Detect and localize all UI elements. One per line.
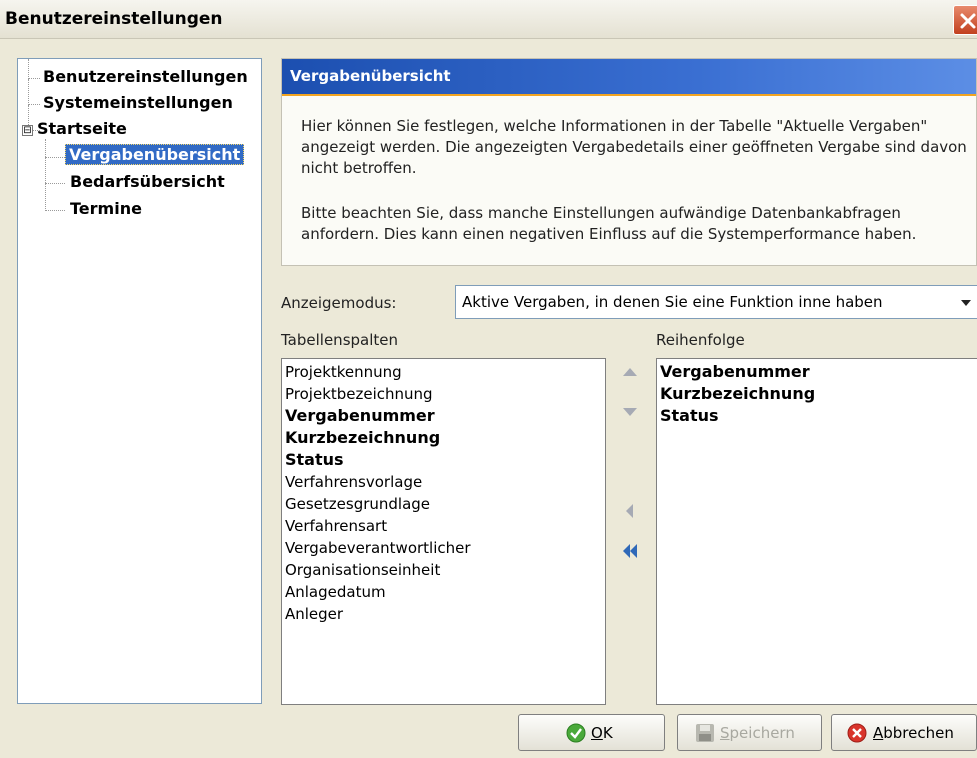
list-item[interactable]: Vergabeverantwortlicher [282,537,605,559]
settings-tree: ⊟ Benutzereinstellungen Systemeinstellun… [17,58,262,704]
list-item[interactable]: Projektkennung [282,361,605,383]
order-label: Reihenfolge [656,331,745,349]
save-label: Speichern [720,724,795,742]
tree-item-termine[interactable]: Termine [70,199,142,218]
list-item[interactable]: Verfahrensart [282,515,605,537]
floppy-disk-icon [696,724,714,742]
list-item[interactable]: Verfahrensvorlage [282,471,605,493]
move-up-icon[interactable] [620,362,640,382]
ok-label: OK [591,724,613,742]
title-bar: Benutzereinstellungen [0,0,977,39]
list-item[interactable]: Kurzbezeichnung [282,427,605,449]
ok-button[interactable]: OK [518,714,665,751]
cancel-icon [847,723,867,743]
panel-title: Vergabenübersicht [290,67,451,85]
list-item[interactable]: Organisationseinheit [282,559,605,581]
chevron-down-icon [961,300,971,306]
tree-item-bedarfsuebersicht[interactable]: Bedarfsübersicht [70,172,225,191]
tree-item-vergabenuebersicht[interactable]: Vergabenübersicht [65,144,245,165]
list-item[interactable]: Anlagedatum [282,581,605,603]
tree-item-startseite[interactable]: Startseite [37,119,127,138]
move-all-left-icon[interactable] [620,541,640,561]
columns-label: Tabellenspalten [281,331,399,349]
check-icon [566,723,586,743]
save-button[interactable]: Speichern [677,714,822,751]
list-item[interactable]: Vergabenummer [282,405,605,427]
info-panel: Vergabenübersicht Hier können Sie festle… [281,58,977,266]
panel-header: Vergabenübersicht [282,59,976,96]
list-item[interactable]: Gesetzesgrundlage [282,493,605,515]
columns-list[interactable]: Projektkennung Projektbezeichnung Vergaben… [281,358,606,705]
close-button[interactable] [953,5,977,35]
list-item[interactable]: Anleger [282,603,605,625]
close-icon [960,13,976,29]
panel-description: Hier können Sie festlegen, welche Inform… [301,117,967,177]
tree-item-systemeinstellungen[interactable]: Systemeinstellungen [43,93,233,112]
display-mode-select[interactable]: Aktive Vergaben, in denen Sie eine Funkt… [455,285,977,319]
cancel-button[interactable]: Abbrechen [831,714,977,751]
list-item[interactable]: Status [282,449,605,471]
panel-warning: Bitte beachten Sie, dass manche Einstell… [301,204,917,243]
list-item[interactable]: Vergabenummer [657,361,977,383]
list-item[interactable]: Kurzbezeichnung [657,383,977,405]
collapse-icon[interactable]: ⊟ [22,125,33,136]
cancel-label: Abbrechen [873,724,954,742]
list-item[interactable]: Status [657,405,977,427]
window-title: Benutzereinstellungen [5,9,223,29]
tree-item-benutzereinstellungen[interactable]: Benutzereinstellungen [43,67,248,86]
move-down-icon[interactable] [620,402,640,422]
display-mode-label: Anzeigemodus: [281,294,397,312]
list-item[interactable]: Projektbezeichnung [282,383,605,405]
order-list[interactable]: Vergabenummer Kurzbezeichnung Status [656,358,977,705]
display-mode-value: Aktive Vergaben, in denen Sie eine Funkt… [462,293,883,311]
move-left-icon[interactable] [620,501,640,521]
